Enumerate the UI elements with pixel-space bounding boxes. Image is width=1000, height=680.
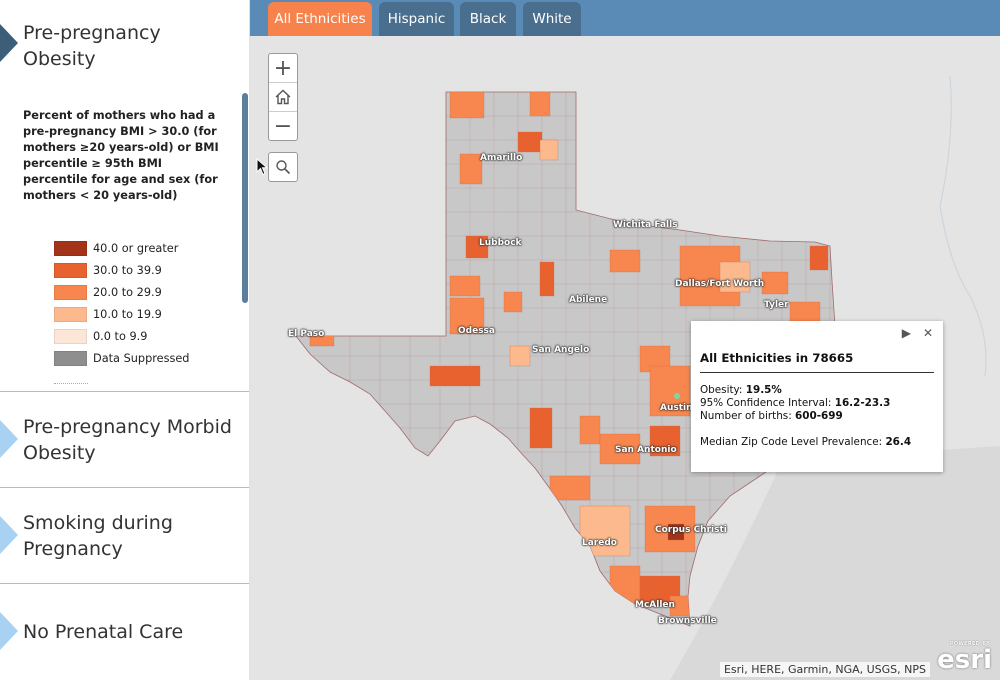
selected-zip-marker <box>674 393 680 399</box>
info-popup: ▶ ✕ All Ethnicities in 78665 Obesity: 19… <box>691 321 943 472</box>
tab-hispanic[interactable]: Hispanic <box>379 2 454 36</box>
city-label: Tyler <box>764 300 789 310</box>
city-label: San Angelo <box>532 345 590 355</box>
popup-obesity-value: 19.5% <box>745 384 782 396</box>
search-icon <box>276 160 291 175</box>
popup-divider <box>700 372 934 373</box>
map-attribution[interactable]: Esri, HERE, Garmin, NGA, USGS, NPS <box>719 662 930 677</box>
legend-label: Data Suppressed <box>93 351 190 365</box>
home-button[interactable] <box>269 83 297 112</box>
popup-ci-label: 95% Confidence Interval: <box>700 397 835 409</box>
legend-item: Data Suppressed <box>54 347 189 369</box>
legend-label: 30.0 to 39.9 <box>93 263 162 277</box>
city-label: Corpus Christi <box>655 525 727 535</box>
popup-births-label: Number of births: <box>700 410 795 422</box>
city-label: El Paso <box>288 329 325 339</box>
mouse-cursor-icon <box>256 158 268 176</box>
popup-obesity-label: Obesity: <box>700 384 746 396</box>
panel-arrow-icon <box>0 516 18 554</box>
popup-median-label: Median Zip Code Level Prevalence: <box>700 436 886 448</box>
tab-black[interactable]: Black <box>460 2 516 36</box>
city-label: Brownsville <box>658 616 717 626</box>
panel-title: No Prenatal Care <box>23 621 184 643</box>
legend-item: 40.0 or greater <box>54 237 189 259</box>
city-label: Lubbock <box>479 238 522 248</box>
legend-swatch <box>54 350 87 366</box>
more-indicator <box>54 383 88 384</box>
legend-swatch <box>54 240 87 256</box>
esri-logo[interactable]: POWERED BY esri <box>937 641 996 677</box>
panel-title: Pre-pregnancy Obesity <box>23 22 161 70</box>
popup-close-icon[interactable]: ✕ <box>923 326 933 340</box>
popup-title: All Ethnicities in 78665 <box>700 351 854 365</box>
sidebar: Pre-pregnancy Obesity Percent of mothers… <box>0 0 250 680</box>
popup-median-value: 26.4 <box>885 436 912 448</box>
city-label: Dallas/Fort Worth <box>675 279 765 289</box>
city-label: Laredo <box>582 538 617 548</box>
legend-item: 10.0 to 19.9 <box>54 303 189 325</box>
home-icon <box>275 89 291 105</box>
panel-title: Pre-pregnancy Morbid Obesity <box>23 416 232 464</box>
city-label: Austin <box>660 403 693 413</box>
zoom-out-button[interactable]: − <box>269 112 297 141</box>
ethnicity-tabbar: All Ethnicities Hispanic Black White <box>250 0 1000 36</box>
legend-item: 0.0 to 9.9 <box>54 325 189 347</box>
map-view[interactable]: Amarillo Wichita Falls Lubbock Dallas/Fo… <box>250 36 1000 680</box>
city-label: Amarillo <box>480 153 523 163</box>
popup-ci-value: 16.2-23.3 <box>834 397 891 409</box>
city-label: Wichita Falls <box>613 220 678 230</box>
zoom-control: + − <box>268 53 298 141</box>
legend-swatch <box>54 262 87 278</box>
panel-arrow-icon <box>0 612 18 650</box>
legend-label: 40.0 or greater <box>93 241 179 255</box>
city-label: Odessa <box>458 326 495 336</box>
zoom-in-button[interactable]: + <box>269 54 297 83</box>
panel-arrow-icon <box>0 420 18 458</box>
panel-description: Percent of mothers who had a pre-pregnan… <box>23 109 219 202</box>
city-label: McAllen <box>635 600 675 610</box>
city-label: San Antonio <box>615 445 677 455</box>
popup-dock-icon[interactable]: ▶ <box>902 326 911 340</box>
legend-swatch <box>54 306 87 322</box>
legend-label: 0.0 to 9.9 <box>93 329 148 343</box>
panel-no-prenatal-care[interactable]: No Prenatal Care <box>0 584 249 680</box>
tab-all-ethnicities[interactable]: All Ethnicities <box>268 2 372 36</box>
esri-wordmark: esri <box>937 645 992 675</box>
panel-arrow-icon <box>0 24 18 62</box>
popup-body: Obesity: 19.5% 95% Confidence Interval: … <box>700 384 911 449</box>
popup-births-value: 600-699 <box>795 410 843 422</box>
legend-item: 20.0 to 29.9 <box>54 281 189 303</box>
panel-title: Smoking during Pregnancy <box>23 512 173 560</box>
tab-white[interactable]: White <box>523 2 581 36</box>
panel-smoking[interactable]: Smoking during Pregnancy <box>0 488 249 584</box>
city-label: Abilene <box>569 295 608 305</box>
panel-pre-pregnancy-obesity[interactable]: Pre-pregnancy Obesity Percent of mothers… <box>0 0 249 392</box>
legend: 40.0 or greater 30.0 to 39.9 20.0 to 29.… <box>54 237 189 369</box>
panel-morbid-obesity[interactable]: Pre-pregnancy Morbid Obesity <box>0 392 249 488</box>
legend-swatch <box>54 328 87 344</box>
legend-label: 10.0 to 19.9 <box>93 307 162 321</box>
legend-swatch <box>54 284 87 300</box>
legend-item: 30.0 to 39.9 <box>54 259 189 281</box>
sidebar-scrollbar[interactable] <box>242 93 248 303</box>
legend-label: 20.0 to 29.9 <box>93 285 162 299</box>
search-button[interactable] <box>268 152 298 182</box>
